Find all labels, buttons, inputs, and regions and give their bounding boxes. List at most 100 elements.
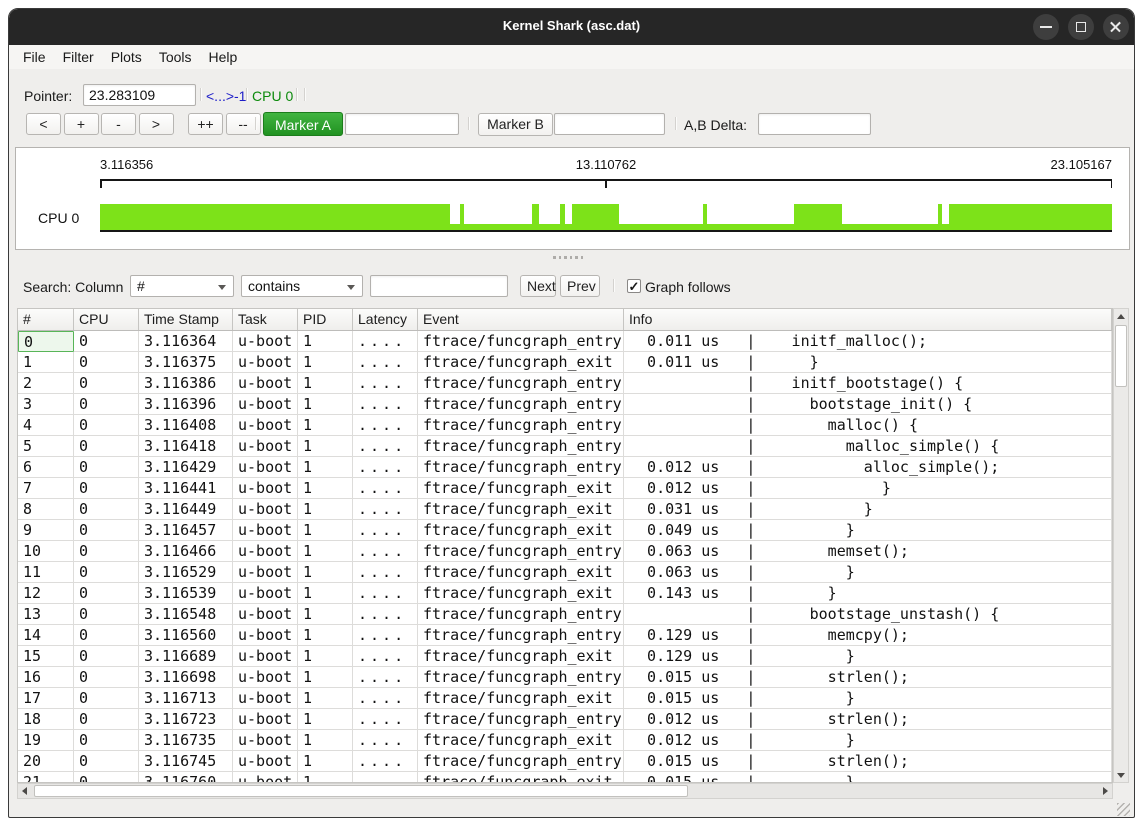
table-row[interactable]: 1303.116548u-boot1....ftrace/funcgraph_e… — [18, 604, 1112, 625]
cell-latency[interactable]: .... — [353, 373, 418, 394]
cell-cpu[interactable]: 0 — [74, 562, 139, 583]
cell-info[interactable]: 0.063 us | memset(); — [624, 541, 1112, 562]
cell-task[interactable]: u-boot — [233, 646, 298, 667]
cell-event[interactable]: ftrace/funcgraph_entry — [418, 709, 624, 730]
cell-cpu[interactable]: 0 — [74, 478, 139, 499]
search-column-select[interactable]: # — [130, 275, 234, 297]
splitter-handle[interactable] — [553, 256, 583, 259]
cell-event[interactable]: ftrace/funcgraph_entry — [418, 541, 624, 562]
cell-event[interactable]: ftrace/funcgraph_exit — [418, 562, 624, 583]
cell-num[interactable]: 10 — [18, 541, 74, 562]
cell-pid[interactable]: 1 — [298, 520, 353, 541]
cell-timestamp[interactable]: 3.116539 — [139, 583, 233, 604]
cell-cpu[interactable]: 0 — [74, 583, 139, 604]
cell-pid[interactable]: 1 — [298, 751, 353, 772]
cell-timestamp[interactable]: 3.116548 — [139, 604, 233, 625]
cell-pid[interactable]: 1 — [298, 604, 353, 625]
cell-pid[interactable]: 1 — [298, 415, 353, 436]
cell-latency[interactable]: .... — [353, 457, 418, 478]
cell-cpu[interactable]: 0 — [74, 436, 139, 457]
marker-a-field[interactable] — [345, 113, 459, 135]
cell-pid[interactable]: 1 — [298, 583, 353, 604]
cell-info[interactable]: 0.015 us | strlen(); — [624, 667, 1112, 688]
cell-num[interactable]: 14 — [18, 625, 74, 646]
table-row[interactable]: 1703.116713u-boot1....ftrace/funcgraph_e… — [18, 688, 1112, 709]
cell-pid[interactable]: 1 — [298, 541, 353, 562]
cell-pid[interactable]: 1 — [298, 772, 353, 782]
cell-pid[interactable]: 1 — [298, 457, 353, 478]
cell-info[interactable]: 0.012 us | strlen(); — [624, 709, 1112, 730]
cell-timestamp[interactable]: 3.116441 — [139, 478, 233, 499]
cell-latency[interactable]: .... — [353, 352, 418, 373]
cell-timestamp[interactable]: 3.116418 — [139, 436, 233, 457]
cell-latency[interactable]: .... — [353, 562, 418, 583]
cell-timestamp[interactable]: 3.116735 — [139, 730, 233, 751]
cell-timestamp[interactable]: 3.116760 — [139, 772, 233, 782]
cell-num[interactable]: 1 — [18, 352, 74, 373]
cell-task[interactable]: u-boot — [233, 688, 298, 709]
cell-info[interactable]: 0.011 us | initf_malloc(); — [624, 331, 1112, 352]
table-row[interactable]: 603.116429u-boot1....ftrace/funcgraph_en… — [18, 457, 1112, 478]
cell-event[interactable]: ftrace/funcgraph_entry — [418, 394, 624, 415]
zoom-out-button[interactable]: - — [101, 113, 136, 135]
cell-cpu[interactable]: 0 — [74, 457, 139, 478]
cell-cpu[interactable]: 0 — [74, 373, 139, 394]
cell-event[interactable]: ftrace/funcgraph_exit — [418, 688, 624, 709]
cell-cpu[interactable]: 0 — [74, 415, 139, 436]
table-row[interactable]: 303.116396u-boot1....ftrace/funcgraph_en… — [18, 394, 1112, 415]
marker-b-field[interactable] — [554, 113, 665, 135]
cell-num[interactable]: 9 — [18, 520, 74, 541]
cell-task[interactable]: u-boot — [233, 625, 298, 646]
search-match-select[interactable]: contains — [241, 275, 363, 297]
table-row[interactable]: 1903.116735u-boot1....ftrace/funcgraph_e… — [18, 730, 1112, 751]
cell-info[interactable]: 0.015 us | } — [624, 772, 1112, 782]
cell-latency[interactable]: .... — [353, 772, 418, 782]
cell-cpu[interactable]: 0 — [74, 751, 139, 772]
cell-cpu[interactable]: 0 — [74, 625, 139, 646]
close-button[interactable] — [1103, 14, 1129, 40]
zoom-in-button[interactable]: + — [64, 113, 99, 135]
cell-cpu[interactable]: 0 — [74, 688, 139, 709]
table-row[interactable]: 703.116441u-boot1....ftrace/funcgraph_ex… — [18, 478, 1112, 499]
cell-task[interactable]: u-boot — [233, 352, 298, 373]
cell-event[interactable]: ftrace/funcgraph_exit — [418, 478, 624, 499]
cell-info[interactable]: | malloc() { — [624, 415, 1112, 436]
cell-event[interactable]: ftrace/funcgraph_exit — [418, 646, 624, 667]
cell-pid[interactable]: 1 — [298, 373, 353, 394]
menu-item-file[interactable]: File — [23, 49, 46, 65]
cell-pid[interactable]: 1 — [298, 688, 353, 709]
cell-cpu[interactable]: 0 — [74, 394, 139, 415]
cell-info[interactable]: 0.015 us | strlen(); — [624, 751, 1112, 772]
cell-pid[interactable]: 1 — [298, 667, 353, 688]
horizontal-scroll-thumb[interactable] — [34, 785, 688, 797]
cell-num[interactable]: 2 — [18, 373, 74, 394]
cell-event[interactable]: ftrace/funcgraph_exit — [418, 520, 624, 541]
cell-cpu[interactable]: 0 — [74, 541, 139, 562]
cell-timestamp[interactable]: 3.116408 — [139, 415, 233, 436]
marker-b-button[interactable]: Marker B — [478, 113, 553, 136]
cell-task[interactable]: u-boot — [233, 478, 298, 499]
vertical-scroll-thumb[interactable] — [1115, 325, 1127, 387]
table-row[interactable]: 2103.116760u-boot1....ftrace/funcgraph_e… — [18, 772, 1112, 782]
cell-info[interactable]: 0.143 us | } — [624, 583, 1112, 604]
cell-timestamp[interactable]: 3.116457 — [139, 520, 233, 541]
cell-num[interactable]: 0 — [18, 331, 74, 352]
search-next-button[interactable]: Next — [520, 275, 556, 297]
cell-info[interactable]: 0.063 us | } — [624, 562, 1112, 583]
cell-latency[interactable]: .... — [353, 583, 418, 604]
cell-num[interactable]: 8 — [18, 499, 74, 520]
cell-latency[interactable]: .... — [353, 541, 418, 562]
cell-task[interactable]: u-boot — [233, 457, 298, 478]
table-row[interactable]: 003.116364u-boot1....ftrace/funcgraph_en… — [18, 331, 1112, 352]
cell-event[interactable]: ftrace/funcgraph_exit — [418, 583, 624, 604]
cell-cpu[interactable]: 0 — [74, 604, 139, 625]
column-header-latency[interactable]: Latency — [353, 309, 418, 330]
cell-info[interactable]: | initf_bootstage() { — [624, 373, 1112, 394]
table-row[interactable]: 1503.116689u-boot1....ftrace/funcgraph_e… — [18, 646, 1112, 667]
cell-task[interactable]: u-boot — [233, 730, 298, 751]
cell-cpu[interactable]: 0 — [74, 352, 139, 373]
cell-cpu[interactable]: 0 — [74, 646, 139, 667]
column-header-timestamp[interactable]: Time Stamp — [139, 309, 233, 330]
table-row[interactable]: 1603.116698u-boot1....ftrace/funcgraph_e… — [18, 667, 1112, 688]
cell-cpu[interactable]: 0 — [74, 520, 139, 541]
